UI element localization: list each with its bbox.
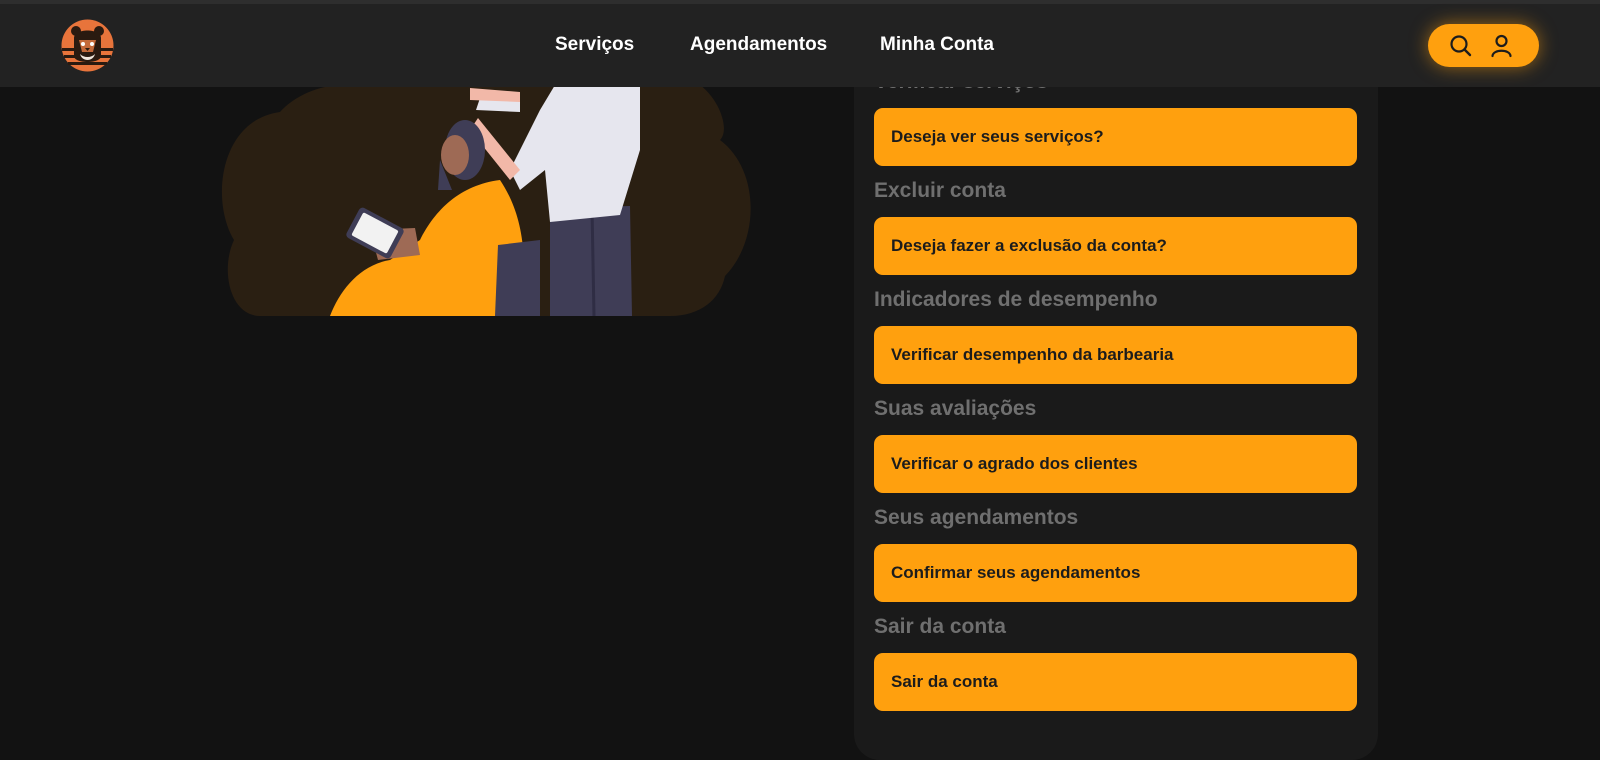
search-icon[interactable] (1448, 33, 1473, 58)
view-services-button[interactable]: Deseja ver seus serviços? (874, 108, 1357, 166)
nav-minha-conta[interactable]: Minha Conta (880, 34, 994, 56)
delete-account-button[interactable]: Deseja fazer a exclusão da conta? (874, 217, 1357, 275)
nav-agendamentos[interactable]: Agendamentos (690, 34, 827, 56)
logout-button[interactable]: Sair da conta (874, 653, 1357, 711)
section-title-indicadores: Indicadores de desempenho (874, 288, 1158, 311)
section-title-agendamentos: Seus agendamentos (874, 506, 1079, 529)
search-user-pill (1428, 24, 1539, 67)
reviews-button[interactable]: Verificar o agrado dos clientes (874, 435, 1357, 493)
section-title-avaliacoes: Suas avaliações (874, 397, 1037, 420)
confirm-appointments-button[interactable]: Confirmar seus agendamentos (874, 544, 1357, 602)
bear-logo-icon[interactable] (60, 18, 115, 73)
section-title-sair: Sair da conta (874, 615, 1006, 638)
nav-servicos[interactable]: Serviços (555, 34, 634, 56)
top-navbar: Serviços Agendamentos Minha Conta (0, 4, 1600, 87)
user-icon[interactable] (1489, 33, 1514, 58)
section-title-excluir-conta: Excluir conta (874, 179, 1006, 202)
performance-button[interactable]: Verificar desempenho da barbearia (874, 326, 1357, 384)
